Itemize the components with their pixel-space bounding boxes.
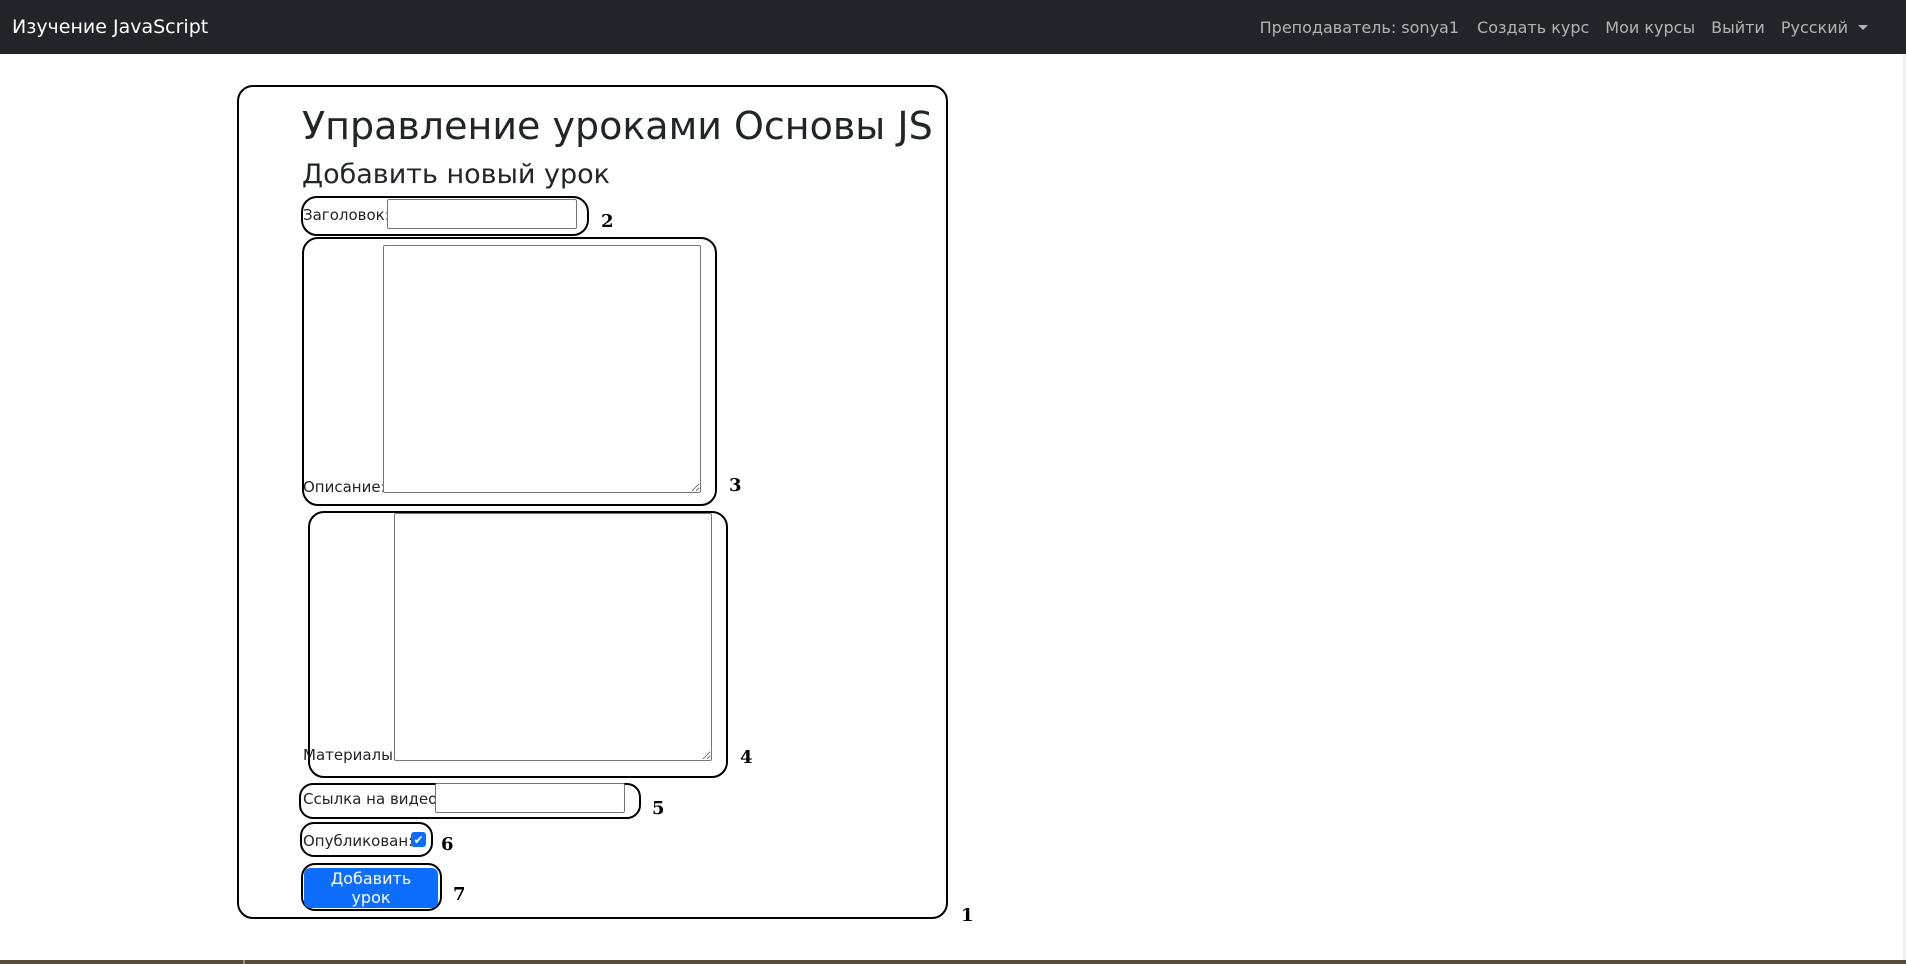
annotation-number-5: 5 bbox=[652, 798, 665, 819]
my-courses-link[interactable]: Мои курсы bbox=[1597, 18, 1703, 37]
navbar-menu: Преподаватель: sonya1 Создать курс Мои к… bbox=[1252, 0, 1876, 54]
caret-down-icon bbox=[1858, 24, 1868, 30]
annotation-number-4: 4 bbox=[740, 747, 753, 768]
add-lesson-button[interactable]: Добавить урок bbox=[304, 868, 438, 908]
top-navbar: Изучение JavaScript Преподаватель: sonya… bbox=[0, 0, 1906, 54]
create-course-link[interactable]: Создать курс bbox=[1469, 18, 1597, 37]
annotation-number-6: 6 bbox=[441, 834, 454, 855]
annotation-number-1: 1 bbox=[961, 905, 974, 926]
materials-textarea[interactable] bbox=[394, 513, 712, 761]
description-label: Описание: bbox=[303, 478, 386, 496]
page-title: Управление уроками Основы JS bbox=[302, 104, 933, 148]
materials-label: Материалы: bbox=[303, 746, 399, 764]
brand-link[interactable]: Изучение JavaScript bbox=[12, 0, 208, 54]
published-checkbox[interactable]: ✔ bbox=[411, 832, 426, 847]
title-input[interactable] bbox=[387, 199, 577, 229]
form-subtitle: Добавить новый урок bbox=[302, 159, 610, 190]
teacher-name: Преподаватель: sonya1 bbox=[1259, 17, 1460, 37]
video-link-input[interactable] bbox=[435, 783, 625, 813]
bottom-border bbox=[0, 960, 1906, 964]
annotation-number-7: 7 bbox=[453, 884, 466, 905]
language-dropdown[interactable]: Русский bbox=[1773, 18, 1876, 37]
description-textarea[interactable] bbox=[383, 245, 701, 493]
published-label: Опубликован: bbox=[303, 832, 414, 850]
language-label: Русский bbox=[1780, 17, 1848, 37]
logout-link[interactable]: Выйти bbox=[1703, 18, 1773, 37]
annotation-number-2: 2 bbox=[601, 211, 614, 232]
title-label: Заголовок: bbox=[303, 206, 390, 224]
annotation-number-3: 3 bbox=[729, 475, 742, 496]
video-link-label: Ссылка на видео: bbox=[303, 790, 443, 808]
